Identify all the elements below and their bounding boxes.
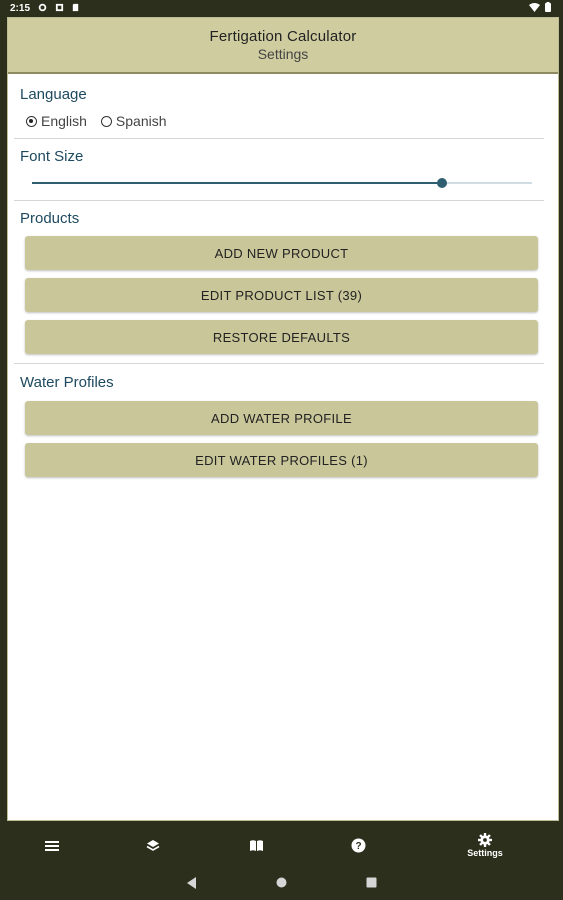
status-time: 2:15 xyxy=(10,3,31,14)
wifi-icon xyxy=(529,3,540,12)
slider-thumb[interactable] xyxy=(437,178,447,188)
app-title: Fertigation Calculator xyxy=(209,28,357,45)
home-icon[interactable] xyxy=(276,877,287,888)
nav-item-help[interactable]: ? xyxy=(328,823,388,868)
system-navigation xyxy=(0,868,563,900)
bottom-navigation: ? Settings xyxy=(0,823,563,868)
font-size-slider[interactable] xyxy=(32,178,532,188)
divider xyxy=(14,138,544,139)
edit-product-list-button[interactable]: EDIT PRODUCT LIST (39) xyxy=(25,278,538,312)
battery-icon xyxy=(545,2,551,12)
gear-status-icon xyxy=(38,3,47,12)
nav-label-settings: Settings xyxy=(467,848,503,858)
app-bar: Fertigation Calculator Settings xyxy=(8,18,558,74)
nav-item-book[interactable] xyxy=(226,823,286,868)
language-radio-group: English Spanish xyxy=(26,113,167,129)
status-bar: 2:15 xyxy=(0,0,563,17)
recents-icon[interactable] xyxy=(366,877,377,888)
book-icon xyxy=(249,840,263,851)
water-profiles-section-title: Water Profiles xyxy=(20,374,114,391)
svg-text:?: ? xyxy=(355,841,361,852)
language-option-english[interactable]: English xyxy=(26,113,87,129)
slider-fill xyxy=(32,182,442,184)
nav-item-layers[interactable] xyxy=(123,823,183,868)
restore-defaults-button[interactable]: RESTORE DEFAULTS xyxy=(25,320,538,354)
settings-screen: Fertigation Calculator Settings Language… xyxy=(7,17,559,821)
products-section-title: Products xyxy=(20,210,80,227)
divider xyxy=(14,363,544,364)
layers-icon xyxy=(146,839,160,851)
gear-icon xyxy=(478,833,492,847)
radio-label: Spanish xyxy=(115,113,167,129)
edit-water-profiles-button[interactable]: EDIT WATER PROFILES (1) xyxy=(25,443,538,477)
radio-selected-icon[interactable] xyxy=(26,115,37,127)
back-icon[interactable] xyxy=(187,877,197,889)
font-size-section-title: Font Size xyxy=(20,148,84,165)
help-icon: ? xyxy=(351,838,365,853)
radio-unselected-icon[interactable] xyxy=(100,115,112,127)
radio-label: English xyxy=(41,113,87,129)
nav-item-menu[interactable] xyxy=(22,823,82,868)
add-new-product-button[interactable]: ADD NEW PRODUCT xyxy=(25,236,538,270)
sdcard-status-icon xyxy=(72,3,79,12)
menu-icon xyxy=(45,840,59,851)
nav-item-settings[interactable]: Settings xyxy=(455,823,515,868)
notification-status-icon xyxy=(55,3,64,12)
language-option-spanish[interactable]: Spanish xyxy=(100,113,167,129)
add-water-profile-button[interactable]: ADD WATER PROFILE xyxy=(25,401,538,435)
screen-subtitle: Settings xyxy=(257,46,309,62)
divider xyxy=(14,200,544,201)
language-section-title: Language xyxy=(20,86,87,103)
